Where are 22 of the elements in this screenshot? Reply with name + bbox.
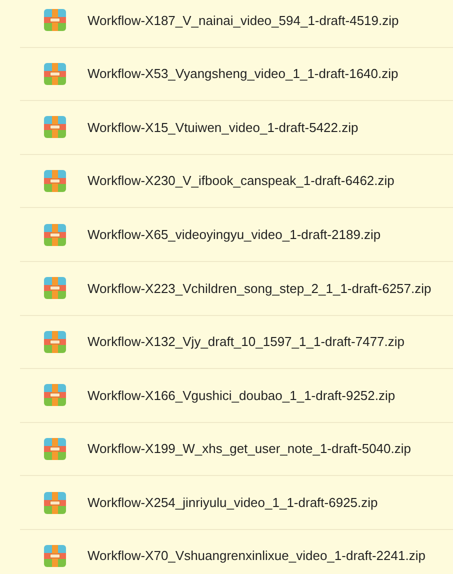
file-name[interactable]: Workflow-X65_videoyingyu_video_1-draft-2189.zip (88, 224, 381, 244)
archive-icon (44, 384, 66, 406)
file-name[interactable]: Workflow-X223_Vchildren_song_step_2_1_1-draft-6257.zip (88, 278, 432, 298)
archive-icon (44, 224, 66, 246)
file-name[interactable]: Workflow-X53_Vyangsheng_video_1_1-draft-1640.zip (88, 64, 398, 84)
archive-icon (44, 545, 66, 568)
archive-icon (44, 330, 66, 353)
archive-icon (44, 438, 66, 460)
archive-icon (44, 9, 66, 32)
archive-icon (44, 170, 66, 192)
file-name[interactable]: Workflow-X199_W_xhs_get_user_note_1-draft-5040.zip (88, 439, 411, 459)
archive-icon (44, 62, 66, 85)
file-name[interactable]: Workflow-X187_V_nainai_video_594_1-draft-4519.zip (88, 10, 399, 30)
file-name[interactable]: Workflow-X230_V_ifbook_canspeak_1-draft-6462.zip (88, 171, 394, 191)
file-name[interactable]: Workflow-X70_Vshuangrenxinlixue_video_1-draft-2241.zip (88, 546, 426, 566)
file-name[interactable]: Workflow-X15_Vtuiwen_video_1-draft-5422.zip (88, 118, 358, 138)
archive-icon (44, 492, 66, 514)
file-name[interactable]: Workflow-X254_jinriyulu_video_1_1-draft-6925.zip (88, 492, 378, 512)
file-name[interactable]: Workflow-X132_Vjy_draft_10_1597_1_1-draft-7477.zip (88, 332, 405, 352)
file-name[interactable]: Workflow-X166_Vgushici_doubao_1_1-draft-9252.zip (88, 386, 396, 406)
archive-icon (44, 277, 66, 300)
archive-icon (44, 116, 66, 138)
